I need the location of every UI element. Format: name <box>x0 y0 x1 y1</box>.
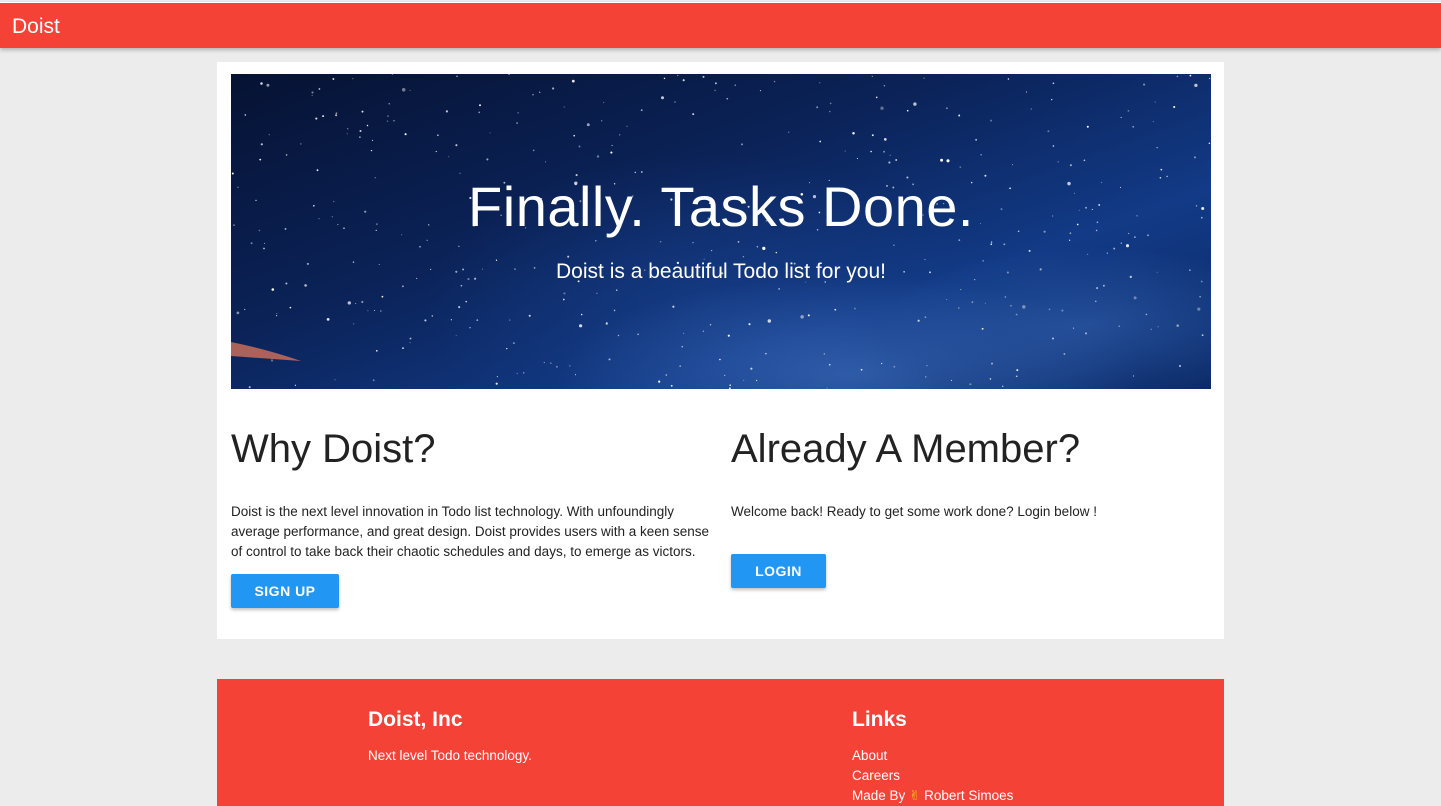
made-by-author: Robert Simoes <box>924 788 1014 803</box>
hero-subtitle: Doist is a beautiful Todo list for you! <box>556 260 886 283</box>
footer-link-made-by[interactable]: Made By ✌ Robert Simoes <box>852 788 1013 804</box>
why-doist-text: Doist is the next level innovation in To… <box>231 504 710 559</box>
footer-links-heading: Links <box>852 708 907 731</box>
member-heading: Already A Member? <box>731 427 1081 471</box>
footer-link-about[interactable]: About <box>852 748 887 763</box>
hero-banner: Finally. Tasks Done. Doist is a beautifu… <box>231 74 1211 389</box>
login-button[interactable]: LOGIN <box>731 554 826 588</box>
sign-up-button[interactable]: SIGN UP <box>231 574 339 608</box>
page-footer: Doist, Inc Next level Todo technology. L… <box>217 679 1224 806</box>
member-text: Welcome back! Ready to get some work don… <box>731 504 1097 519</box>
victory-hand-icon: ✌ <box>909 788 921 803</box>
footer-link-careers[interactable]: Careers <box>852 768 900 783</box>
main-card: Finally. Tasks Done. Doist is a beautifu… <box>217 62 1224 639</box>
hero-title: Finally. Tasks Done. <box>468 175 974 238</box>
made-by-prefix: Made By <box>852 788 906 803</box>
why-doist-heading: Why Doist? <box>231 427 436 471</box>
footer-company-heading: Doist, Inc <box>368 708 463 731</box>
footer-company-tagline: Next level Todo technology. <box>368 748 532 763</box>
top-navbar: Doist <box>0 2 1441 48</box>
brand-logo-link[interactable]: Doist <box>12 16 60 37</box>
